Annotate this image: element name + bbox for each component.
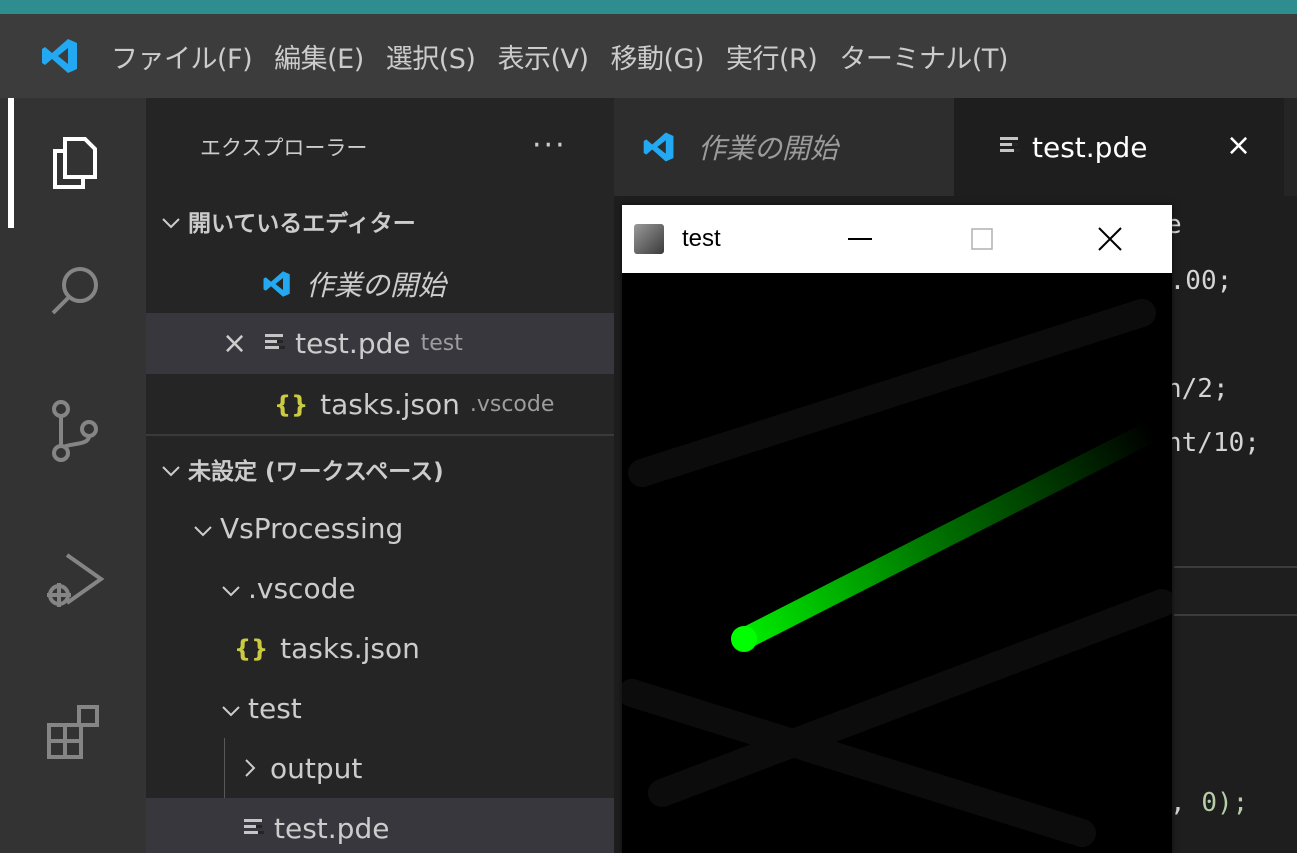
more-actions-button[interactable]: ··· <box>532 128 567 163</box>
open-editors-section-header[interactable]: 開いているエディター <box>146 190 614 251</box>
close-button[interactable] <box>1080 215 1140 263</box>
open-editor-label: tasks.json <box>320 388 460 421</box>
chevron-down-icon <box>222 575 248 603</box>
menu-file[interactable]: ファイル(F) <box>100 37 263 76</box>
chevron-down-icon <box>162 455 188 483</box>
json-braces-icon: {} <box>274 390 309 419</box>
vscode-logo-icon <box>30 14 90 98</box>
tree-file-test-pde[interactable]: test.pde <box>146 798 614 853</box>
chevron-down-icon <box>222 695 248 723</box>
maximize-button[interactable] <box>952 215 1012 263</box>
close-icon[interactable]: × <box>222 326 247 361</box>
file-lines-icon <box>244 818 262 836</box>
tab-label: test.pde <box>1032 130 1148 164</box>
explorer-icon[interactable] <box>40 128 110 198</box>
sketch-window[interactable]: test <box>622 205 1172 853</box>
vscode-logo-icon <box>262 269 292 299</box>
tree-folder-vscode[interactable]: .vscode <box>146 558 614 619</box>
tree-label: output <box>270 752 363 785</box>
section-divider <box>146 434 614 436</box>
minimize-button[interactable] <box>830 215 890 263</box>
menu-run[interactable]: 実行(R) <box>715 37 828 76</box>
tab-label: 作業の開始 <box>698 132 839 165</box>
processing-app-icon <box>634 224 664 254</box>
code-fragment: ht/10; <box>1166 428 1260 458</box>
open-editors-label: 開いているエディター <box>188 210 416 237</box>
open-editor-item-welcome[interactable]: 作業の開始 <box>146 253 614 314</box>
tree-folder-vsprocessing[interactable]: VsProcessing <box>146 498 614 559</box>
workspace-label: 未設定 (ワークスペース) <box>188 458 444 485</box>
search-icon[interactable] <box>40 256 110 326</box>
editor-tab-bar: 作業の開始 test.pde × <box>614 98 1297 196</box>
open-editor-item-test-pde[interactable]: × test.pde test <box>146 313 614 374</box>
json-braces-icon: {} <box>234 634 269 663</box>
tree-folder-output[interactable]: output <box>146 738 614 799</box>
chevron-right-icon <box>244 755 270 783</box>
open-editor-label: test.pde <box>295 327 411 360</box>
chevron-down-icon <box>162 207 188 235</box>
open-editor-label: 作業の開始 <box>306 268 447 302</box>
active-indicator <box>8 98 14 228</box>
tree-label: test <box>248 692 302 725</box>
menu-selection[interactable]: 選択(S) <box>375 37 487 76</box>
pendulum-bob <box>731 626 757 652</box>
tab-welcome[interactable]: 作業の開始 <box>614 98 954 196</box>
code-fragment: , 0); <box>1170 788 1248 818</box>
menu-view[interactable]: 表示(V) <box>486 37 599 76</box>
sketch-title: test <box>682 225 721 252</box>
menu-terminal[interactable]: ターミナル(T) <box>828 37 1019 76</box>
sketch-titlebar[interactable]: test <box>622 205 1172 273</box>
extensions-icon[interactable] <box>40 698 110 768</box>
tree-label: .vscode <box>248 572 356 605</box>
file-lines-icon <box>1000 136 1018 154</box>
window-top-strip <box>0 0 1297 14</box>
tree-file-tasks-json[interactable]: {} tasks.json <box>146 618 614 679</box>
open-editor-desc: .vscode <box>469 392 555 417</box>
activity-bar <box>0 98 146 853</box>
code-number: 0); <box>1201 788 1249 818</box>
menu-go[interactable]: 移動(G) <box>600 37 716 76</box>
sketch-canvas[interactable] <box>622 273 1172 853</box>
editor-divider <box>1174 614 1297 616</box>
workspace-section-header[interactable]: 未設定 (ワークスペース) <box>146 438 614 499</box>
editor-divider <box>1174 566 1297 568</box>
tab-close-button[interactable]: × <box>1226 128 1251 163</box>
open-editor-desc: test <box>420 331 463 356</box>
menu-bar: ファイル(F) 編集(E) 選択(S) 表示(V) 移動(G) 実行(R) ター… <box>0 14 1297 98</box>
vscode-logo-icon <box>642 130 676 164</box>
code-fragment: h/2; <box>1166 374 1229 404</box>
explorer-sidebar: エクスプローラー ··· 開いているエディター 作業の開始 × test.pde… <box>146 98 614 853</box>
sidebar-title: エクスプローラー <box>200 136 368 160</box>
tree-label: VsProcessing <box>220 512 404 545</box>
code-text: , <box>1170 788 1202 818</box>
chevron-down-icon <box>194 515 220 543</box>
run-debug-icon[interactable] <box>40 546 110 616</box>
open-editor-item-tasks-json[interactable]: {} tasks.json .vscode <box>146 374 614 435</box>
tree-label: tasks.json <box>280 632 420 665</box>
menu-edit[interactable]: 編集(E) <box>263 37 375 76</box>
source-control-icon[interactable] <box>40 396 110 466</box>
file-lines-icon <box>265 333 284 351</box>
tree-label: test.pde <box>274 812 390 845</box>
tree-folder-test[interactable]: test <box>146 678 614 739</box>
